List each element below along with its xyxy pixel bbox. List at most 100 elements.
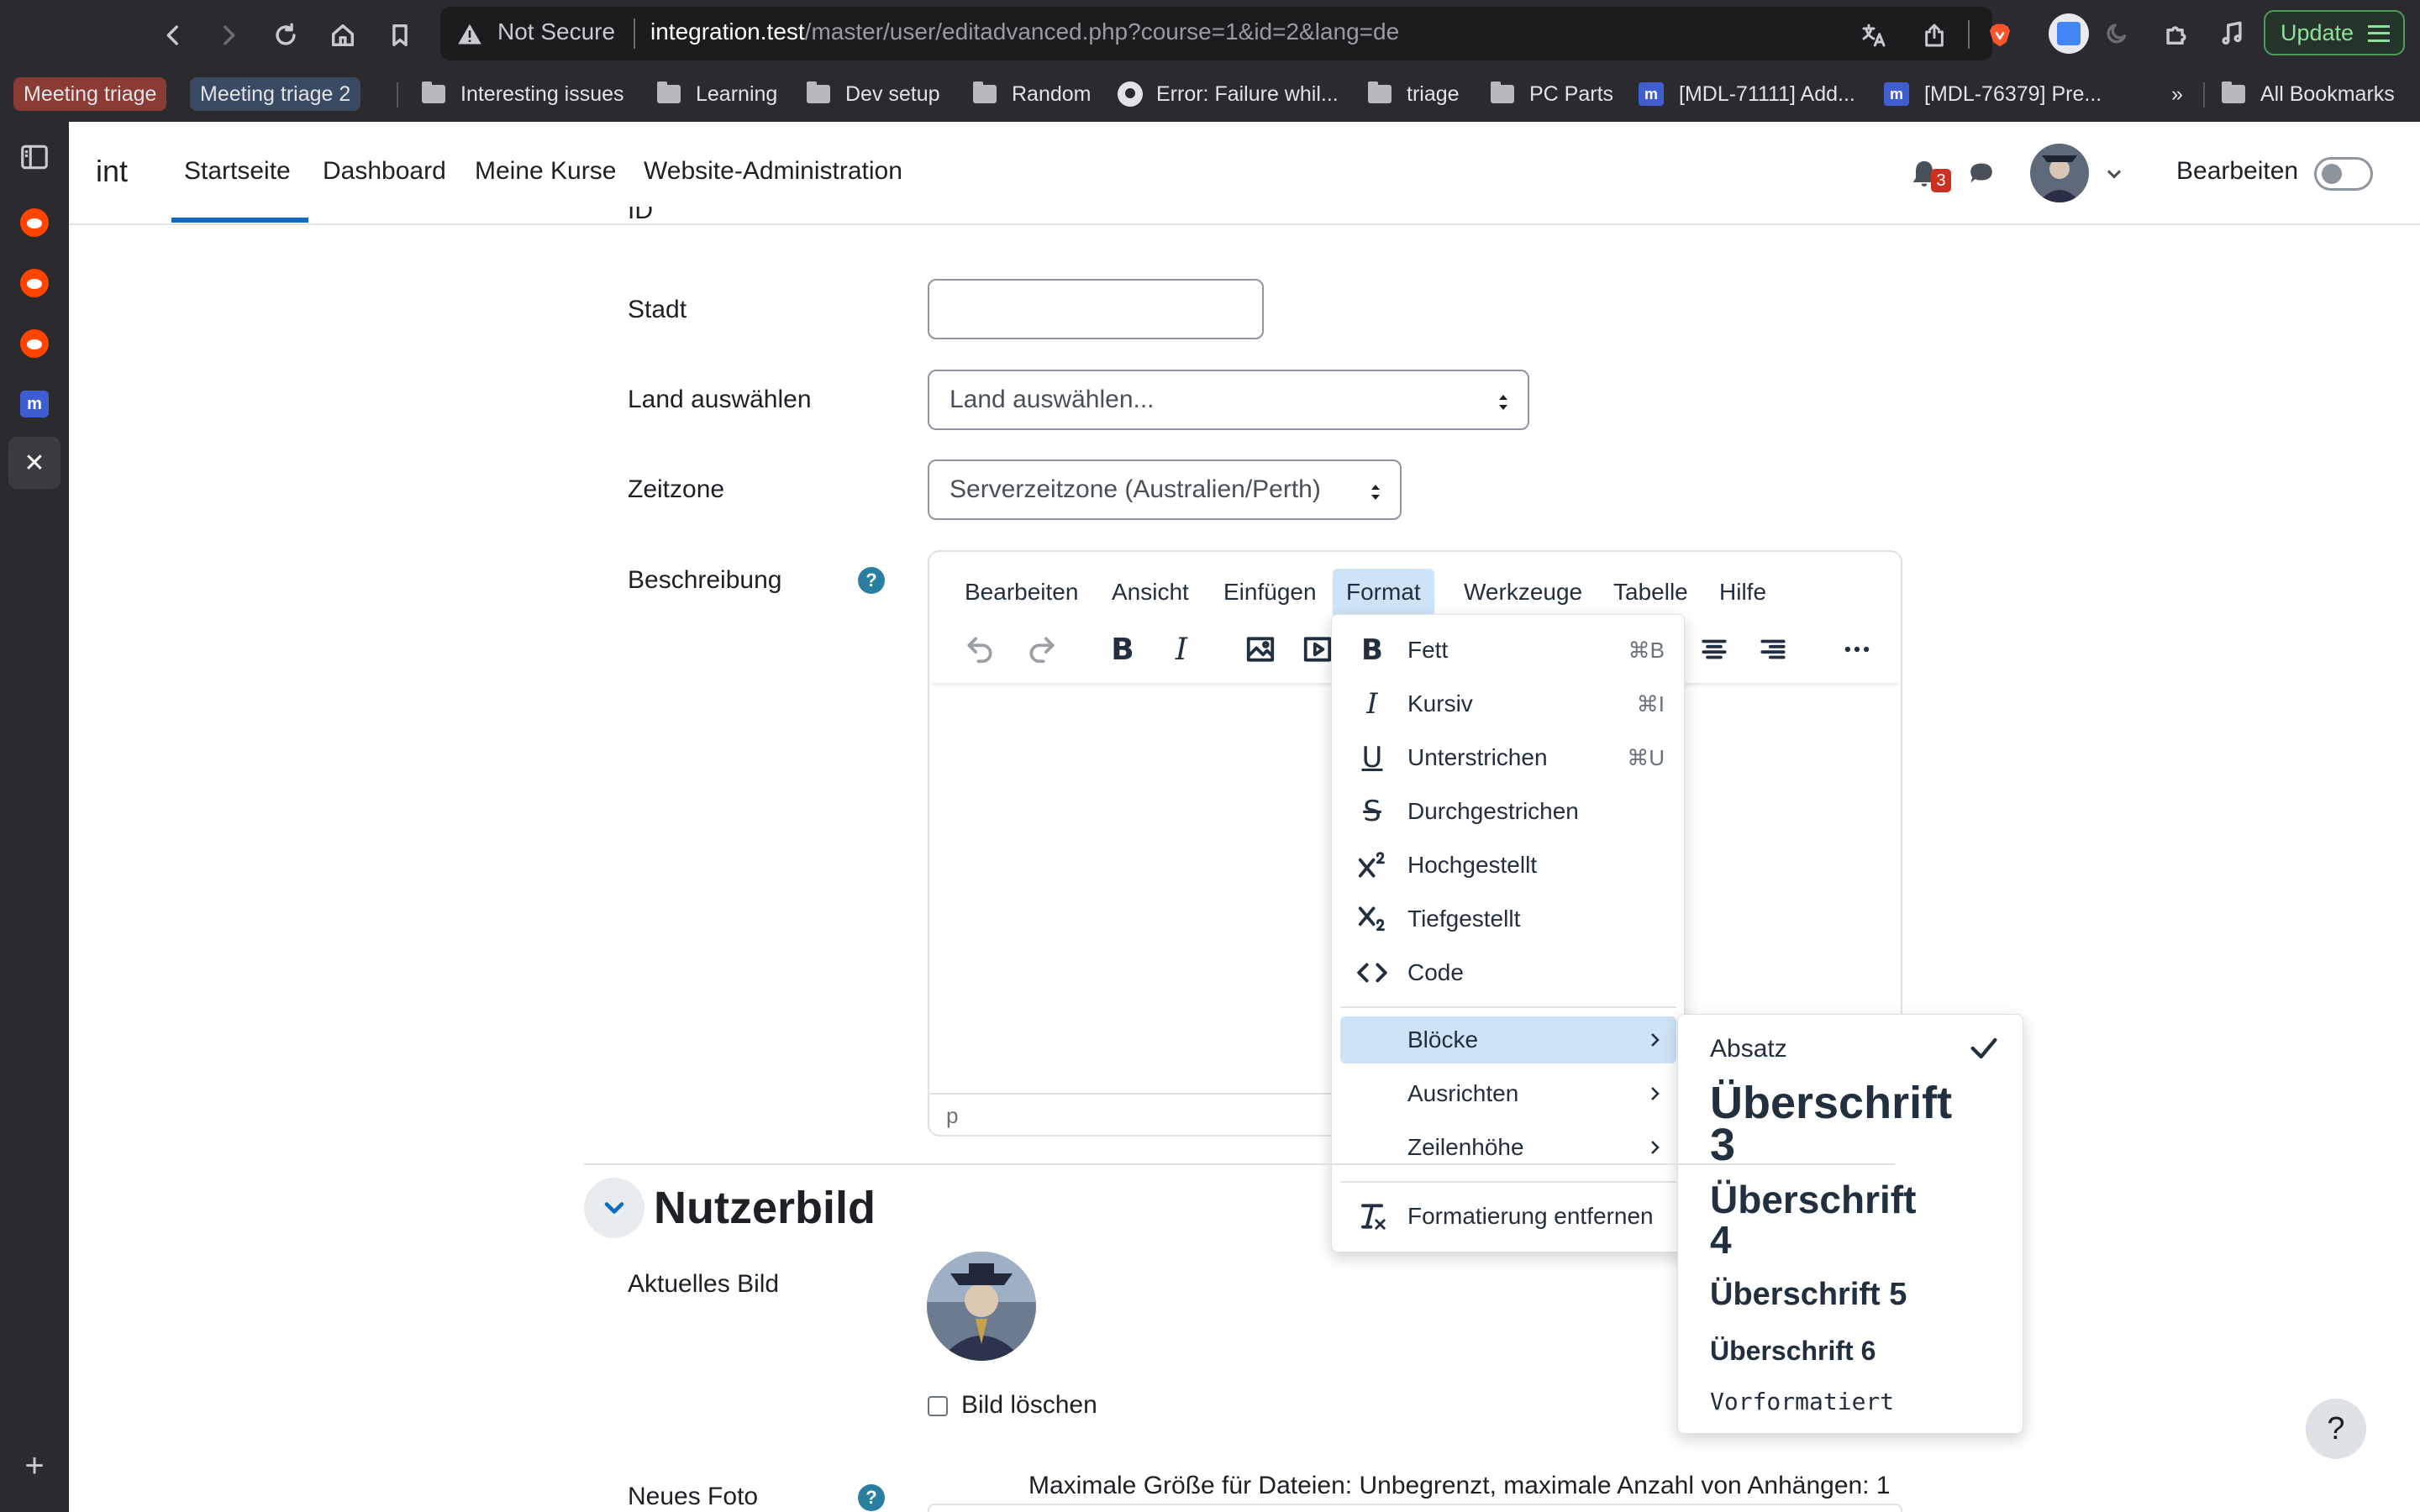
align-center-button[interactable]: [1694, 629, 1734, 669]
new-photo-label: Neues Foto: [628, 1483, 759, 1510]
format-item-durchgestrichen[interactable]: S Durchgestrichen: [1340, 788, 1676, 835]
menu-werkzeuge[interactable]: Werkzeuge: [1450, 569, 1596, 616]
menu-ansicht[interactable]: Ansicht: [1098, 569, 1202, 616]
menu-item-label: Fett: [1407, 637, 1449, 663]
bookmark-dev-setup[interactable]: Dev setup: [807, 77, 940, 111]
format-item-ausrichten[interactable]: Ausrichten: [1340, 1070, 1676, 1117]
bookmark-label: PC Parts: [1529, 81, 1614, 106]
undo-button[interactable]: [960, 629, 1000, 669]
share-button[interactable]: [1921, 22, 1948, 49]
back-button[interactable]: [156, 18, 190, 52]
menu-bearbeiten[interactable]: Bearbeiten: [951, 569, 1092, 616]
bookmarks-overflow-button[interactable]: »: [2171, 77, 2183, 111]
block-label: Vorformatiert: [1710, 1388, 1895, 1415]
media-button[interactable]: [2215, 17, 2249, 50]
translate-button[interactable]: [1860, 22, 1887, 49]
nav-meine-kurse[interactable]: Meine Kurse: [475, 157, 616, 186]
user-avatar[interactable]: [2030, 144, 2089, 202]
new-photo-help-icon[interactable]: ?: [858, 1484, 885, 1511]
nav-dashboard[interactable]: Dashboard: [323, 157, 446, 186]
address-separator: [634, 18, 635, 49]
bookmark-triage[interactable]: triage: [1368, 77, 1460, 111]
element-path[interactable]: p: [946, 1103, 958, 1129]
delete-picture-checkbox[interactable]: [928, 1396, 948, 1416]
url-host: integration.test: [650, 18, 805, 45]
delete-picture-label[interactable]: Bild löschen: [961, 1391, 1097, 1420]
block-item-ueberschrift-5[interactable]: Überschrift 5: [1678, 1272, 2023, 1322]
bookmark-meeting-triage[interactable]: Meeting triage: [13, 77, 167, 111]
block-item-ueberschrift-4[interactable]: Überschrift 4: [1678, 1174, 2023, 1267]
align-right-button[interactable]: [1753, 629, 1793, 669]
home-icon: [331, 24, 355, 47]
bold-button[interactable]: B: [1102, 629, 1143, 669]
format-item-bloecke[interactable]: Blöcke: [1340, 1016, 1676, 1063]
timezone-select[interactable]: Serverzeitzone (Australien/Perth): [928, 459, 1402, 520]
city-input[interactable]: [928, 279, 1264, 339]
superscript-icon: [1355, 848, 1389, 882]
format-item-hochgestellt[interactable]: Hochgestellt: [1340, 842, 1676, 889]
bookmark-github-error[interactable]: Error: Failure whil...: [1118, 77, 1339, 111]
update-button[interactable]: Update: [2264, 10, 2405, 55]
format-item-formatierung-entfernen[interactable]: Formatierung entfernen: [1340, 1193, 1676, 1240]
menu-einfuegen[interactable]: Einfügen: [1210, 569, 1330, 616]
extension-2-button[interactable]: [2101, 17, 2134, 50]
bookmark-random[interactable]: Random: [973, 77, 1092, 111]
menu-hilfe[interactable]: Hilfe: [1706, 569, 1780, 616]
bookmark-mdl-71111[interactable]: m [MDL-71111] Add...: [1639, 77, 1855, 111]
menu-format[interactable]: Format: [1333, 569, 1434, 616]
home-button[interactable]: [326, 18, 360, 52]
nav-website-administration[interactable]: Website-Administration: [644, 157, 902, 186]
brave-shields-button[interactable]: [1986, 22, 2013, 49]
format-item-tiefgestellt[interactable]: Tiefgestellt: [1340, 895, 1676, 942]
menu-tabelle[interactable]: Tabelle: [1600, 569, 1702, 616]
block-item-absatz[interactable]: Absatz: [1678, 1025, 2023, 1074]
format-item-kursiv[interactable]: I Kursiv ⌘I: [1340, 680, 1676, 727]
chevron-down-icon[interactable]: [2102, 162, 2126, 186]
menu-item-label: Hochgestellt: [1407, 852, 1538, 878]
block-item-ueberschrift-6[interactable]: Überschrift 6: [1678, 1327, 2023, 1378]
address-bar[interactable]: Not Secure integration.test/master/user/…: [440, 7, 2010, 60]
edit-mode-toggle[interactable]: [2314, 157, 2373, 191]
redo-button[interactable]: [1022, 629, 1062, 669]
bookmark-interesting-issues[interactable]: Interesting issues: [422, 77, 624, 111]
sidebar-reddit-1[interactable]: [18, 206, 51, 239]
sidebar-add-button[interactable]: +: [18, 1447, 51, 1484]
bookmark-meeting-triage-2[interactable]: Meeting triage 2: [190, 77, 361, 111]
format-item-code[interactable]: Code: [1340, 949, 1676, 996]
reload-button[interactable]: [269, 18, 302, 52]
section-collapse-toggle[interactable]: [584, 1178, 644, 1238]
google-translate-extension[interactable]: [2049, 13, 2089, 54]
messages-icon[interactable]: [1966, 159, 1996, 187]
bookmark-page-button[interactable]: [383, 18, 417, 52]
sidebar-moodle[interactable]: m: [18, 387, 51, 421]
sidebar-toggle-button[interactable]: [18, 140, 51, 174]
block-item-ueberschrift-3[interactable]: Überschrift 3: [1678, 1080, 2023, 1173]
timezone-select-value: Serverzeitzone (Australien/Perth): [950, 475, 1321, 503]
format-item-fett[interactable]: B Fett ⌘B: [1340, 627, 1676, 674]
italic-button[interactable]: I: [1161, 629, 1202, 669]
section-divider: [584, 1163, 1895, 1165]
bookmark-pc-parts[interactable]: PC Parts: [1491, 77, 1613, 111]
more-tools-button[interactable]: [1837, 629, 1877, 669]
file-picker-area[interactable]: [928, 1504, 1902, 1512]
block-item-vorformatiert[interactable]: Vorformatiert: [1678, 1379, 2023, 1426]
format-item-unterstrichen[interactable]: U Unterstrichen ⌘U: [1340, 734, 1676, 781]
insert-image-button[interactable]: [1240, 629, 1281, 669]
description-help-icon[interactable]: ?: [858, 567, 885, 594]
forward-button[interactable]: [212, 18, 245, 52]
menu-separator: [1340, 1006, 1676, 1008]
puzzle-icon: [2166, 26, 2186, 45]
bookmark-all-bookmarks[interactable]: All Bookmarks: [2222, 77, 2395, 111]
moodle-icon: m: [1884, 82, 1909, 106]
page-help-button[interactable]: ?: [2306, 1399, 2366, 1459]
sidebar-reddit-3[interactable]: [18, 327, 51, 360]
nav-startseite[interactable]: Startseite: [184, 157, 291, 186]
reddit-icon: [20, 329, 49, 358]
bookmark-learning[interactable]: Learning: [657, 77, 777, 111]
bookmark-mdl-76379[interactable]: m [MDL-76379] Pre...: [1884, 77, 2102, 111]
country-select[interactable]: Land auswählen...: [928, 370, 1529, 430]
site-brand[interactable]: int: [96, 154, 128, 189]
sidebar-close-button[interactable]: ✕: [8, 437, 60, 489]
sidebar-reddit-2[interactable]: [18, 266, 51, 300]
extensions-button[interactable]: [2160, 17, 2193, 50]
